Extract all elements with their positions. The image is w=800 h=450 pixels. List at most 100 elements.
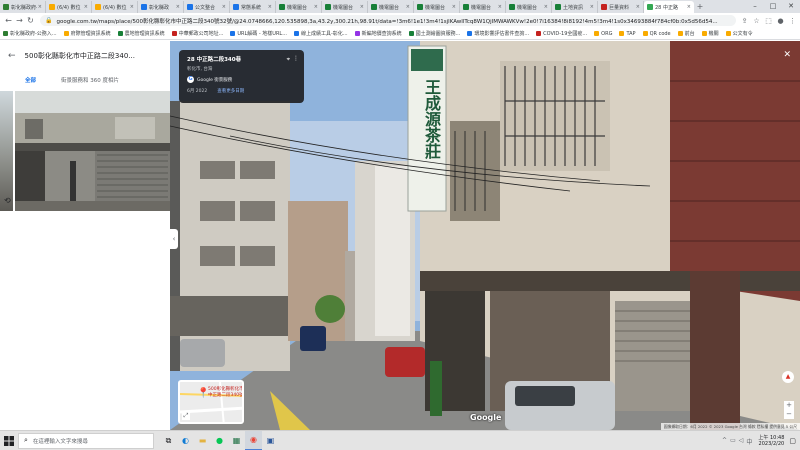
file-explorer-icon[interactable]: ▬: [194, 431, 211, 450]
browser-tab[interactable]: 機電圖台 ×: [276, 1, 322, 13]
tab-title: (6/4) 數位: [57, 4, 81, 11]
browser-tab[interactable]: 28 中正路 ×: [644, 1, 694, 13]
url-text: google.com.tw/maps/place/500彰化縣彰化市中正路二段3…: [56, 18, 718, 25]
tab-title: 機電圖台: [425, 4, 446, 11]
bookmark-item[interactable]: 機關: [701, 30, 719, 37]
tab-close-icon[interactable]: ×: [360, 4, 364, 10]
bookmark-item[interactable]: 新編地價查詢系統: [354, 30, 402, 37]
compass-icon[interactable]: ▲: [782, 371, 794, 383]
google-icon: G: [187, 76, 194, 83]
rotate-360-icon[interactable]: ⟲: [4, 196, 14, 206]
notification-icon[interactable]: ▢: [789, 437, 796, 445]
tab-close-icon[interactable]: ×: [84, 4, 88, 10]
bookmark-item[interactable]: 前台: [677, 30, 695, 37]
more-options-icon[interactable]: ⋮: [293, 55, 299, 62]
lock-icon[interactable]: 🔒: [45, 17, 52, 24]
tab-close-icon[interactable]: ×: [222, 4, 226, 10]
tab-close-icon[interactable]: ×: [687, 4, 691, 10]
excel-icon[interactable]: ▦: [228, 431, 245, 450]
remote-desktop-icon[interactable]: ▣: [262, 431, 279, 450]
browser-tab[interactable]: 土地資訊 ×: [552, 1, 598, 13]
taskbar-search[interactable]: ⌕ 在這裡輸入文字來搜尋: [18, 432, 154, 449]
browser-tab[interactable]: 機電圖台 ×: [460, 1, 506, 13]
tab-all[interactable]: 全部: [25, 76, 36, 84]
browser-tab[interactable]: (6/4) 數位 ×: [92, 1, 138, 13]
tab-close-icon[interactable]: ×: [452, 4, 456, 10]
minimap-label: 500彰化縣彰化市中正路二段340號: [208, 387, 244, 398]
chevron-up-icon[interactable]: ^: [722, 437, 727, 446]
tab-close-icon[interactable]: ×: [268, 4, 272, 10]
tab-close-icon[interactable]: ×: [590, 4, 594, 10]
photo-thumbnail[interactable]: [15, 91, 170, 211]
bookmark-item[interactable]: ORG: [594, 31, 612, 37]
bookmark-item[interactable]: 府際管理資訊系統: [63, 30, 111, 37]
line-icon[interactable]: ●: [211, 431, 228, 450]
close-icon[interactable]: ✕: [783, 50, 791, 60]
edge-icon[interactable]: ◐: [177, 431, 194, 450]
expand-map-icon[interactable]: ⤢: [182, 412, 190, 420]
browser-tab[interactable]: 機電圖台 ×: [414, 1, 460, 13]
bookmark-item[interactable]: QR code: [642, 31, 671, 37]
reload-icon[interactable]: ↻: [25, 16, 36, 25]
star-icon[interactable]: ☆: [752, 17, 761, 25]
profile-icon[interactable]: ●: [776, 17, 785, 25]
browser-tab[interactable]: 機電圖台 ×: [368, 1, 414, 13]
maximize-icon[interactable]: □: [764, 0, 782, 13]
photo-thumbnail[interactable]: [0, 91, 13, 211]
back-icon[interactable]: ←: [3, 16, 14, 25]
tab-close-icon[interactable]: ×: [544, 4, 548, 10]
bookmark-item[interactable]: 線上成績工具-彰化...: [293, 30, 348, 37]
shop-sign: 王成源茶莊: [422, 79, 441, 159]
zoom-in-button[interactable]: +: [784, 401, 794, 410]
browser-tab[interactable]: 常態系統 ×: [230, 1, 276, 13]
extensions-icon[interactable]: ⬚: [764, 17, 773, 25]
tab-close-icon[interactable]: ×: [498, 4, 502, 10]
browser-tab[interactable]: 巨量資料 ×: [598, 1, 644, 13]
chrome-icon[interactable]: ◉: [245, 430, 262, 450]
tab-close-icon[interactable]: ×: [38, 4, 42, 10]
bookmark-label: 前台: [684, 31, 695, 37]
share-icon[interactable]: ⇪: [740, 17, 749, 25]
bookmark-item[interactable]: 中華郵政公司地址...: [171, 30, 223, 37]
bookmark-item[interactable]: 彰化縣政府-公務入...: [3, 30, 57, 37]
tab-streetview-360[interactable]: 街景服務和 360 度相片: [61, 76, 119, 84]
see-more-dates-link[interactable]: 查看更多日期: [217, 88, 244, 94]
new-tab-button[interactable]: +: [694, 1, 706, 13]
tab-close-icon[interactable]: ×: [176, 4, 180, 10]
close-window-icon[interactable]: ✕: [782, 0, 800, 13]
task-view-icon[interactable]: ⧉: [160, 431, 177, 450]
browser-tab[interactable]: 機電圖台 ×: [506, 1, 552, 13]
zoom-out-button[interactable]: −: [784, 410, 794, 419]
browser-tab[interactable]: 彰化縣政府-公務入×: [0, 1, 46, 13]
location-pin-icon[interactable]: ⌖: [287, 56, 290, 64]
minimize-icon[interactable]: –: [746, 0, 764, 13]
address-bar[interactable]: 🔒 google.com.tw/maps/place/500彰化縣彰化市中正路二…: [40, 15, 736, 26]
minimap[interactable]: 📍 500彰化縣彰化市中正路二段340號 ⤢: [178, 380, 244, 424]
tab-close-icon[interactable]: ×: [314, 4, 318, 10]
tab-close-icon[interactable]: ×: [636, 4, 640, 10]
browser-tab[interactable]: (6/4) 數位 ×: [46, 1, 92, 13]
tab-close-icon[interactable]: ×: [406, 4, 410, 10]
bookmark-item[interactable]: 環境影響評估書件查詢...: [467, 30, 529, 37]
start-button[interactable]: [0, 431, 18, 450]
bookmark-item[interactable]: TAP: [619, 31, 636, 37]
streetview-viewer[interactable]: 王成源茶莊 28 中正路二段340巷 彰化市, 台灣 G Google 街景服務…: [170, 41, 800, 430]
clock[interactable]: 上午 10:48 2023/2/20: [758, 435, 784, 447]
bookmark-item[interactable]: URL解碼 - 地樣URL...: [230, 30, 287, 37]
forward-icon[interactable]: →: [14, 16, 25, 25]
collapse-panel-button[interactable]: ‹: [170, 229, 178, 249]
ime-icon[interactable]: 中: [746, 437, 752, 446]
bookmark-item[interactable]: 公文有令: [725, 30, 753, 37]
bookmark-item[interactable]: COVID-19全國疫...: [536, 30, 587, 37]
volume-icon[interactable]: ◁: [739, 437, 744, 446]
browser-tab[interactable]: 公文整合 ×: [184, 1, 230, 13]
network-icon[interactable]: ▭: [730, 437, 736, 446]
bookmark-item[interactable]: 農地管理資訊系統: [117, 30, 165, 37]
bookmark-item[interactable]: 國土測繪圖資服務...: [408, 30, 460, 37]
browser-tab[interactable]: 彰化縣政 ×: [138, 1, 184, 13]
tab-close-icon[interactable]: ×: [130, 4, 134, 10]
menu-icon[interactable]: ⋮: [788, 17, 797, 25]
windows-taskbar: ⌕ 在這裡輸入文字來搜尋 ⧉ ◐ ▬ ● ▦ ◉ ▣ ^ ▭ ◁ 中 上午 10…: [0, 430, 800, 450]
back-arrow-icon[interactable]: ←: [8, 51, 16, 61]
browser-tab[interactable]: 機電圖台 ×: [322, 1, 368, 13]
